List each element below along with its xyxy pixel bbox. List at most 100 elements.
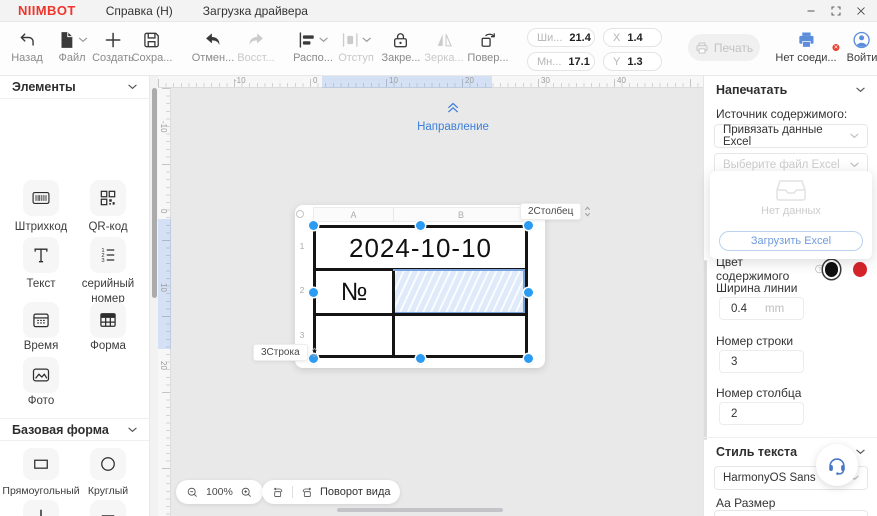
element-qr[interactable] — [90, 180, 126, 216]
line-width-input[interactable]: 0.4 mm — [719, 297, 804, 320]
support-button[interactable] — [816, 444, 858, 486]
mirror-button[interactable]: Зерка... — [424, 29, 464, 64]
row-header-2[interactable]: 2 — [296, 285, 308, 295]
shape-vertical-line[interactable] — [23, 500, 59, 516]
element-photo[interactable] — [23, 357, 59, 393]
circle-icon — [98, 454, 118, 474]
help-icon[interactable] — [814, 263, 825, 275]
canvas-horizontal-scrollbar[interactable] — [337, 508, 503, 512]
content-source-select[interactable]: Привязать данные Excel — [714, 124, 868, 148]
font-size-select[interactable]: 9 — [714, 510, 868, 516]
indent-icon — [341, 30, 361, 50]
rotate-view-left-icon[interactable] — [272, 486, 285, 499]
table-select-all-icon[interactable] — [296, 210, 304, 218]
menu-help[interactable]: Справка (H) — [106, 4, 173, 18]
height-field[interactable]: Мн... 17.1 — [527, 52, 595, 71]
rotate-icon — [478, 30, 498, 50]
selection-handle-s[interactable] — [415, 353, 425, 363]
row-count-input[interactable]: 3 — [719, 350, 804, 373]
section-basic-shapes[interactable]: Базовая форма — [0, 418, 149, 441]
chevron-down-icon — [363, 37, 372, 43]
redo-button[interactable]: Восст... — [237, 29, 275, 64]
column-count-label: Номер столбца — [716, 386, 802, 400]
lock-button[interactable]: Закре... — [382, 29, 420, 64]
rotate-button[interactable]: Повер... — [467, 29, 509, 64]
chevron-down-icon — [128, 84, 137, 90]
element-shape[interactable] — [90, 302, 126, 338]
row-header-1[interactable]: 1 — [296, 241, 308, 251]
spinner-icon[interactable] — [311, 346, 318, 359]
scrollbar-thumb[interactable] — [151, 88, 157, 298]
lock-icon — [391, 30, 411, 50]
element-time[interactable] — [23, 302, 59, 338]
upload-excel-button[interactable]: Загрузить Excel — [719, 231, 863, 251]
column-count-input[interactable]: 2 — [719, 402, 804, 425]
maximize-icon[interactable] — [830, 5, 842, 17]
shape-rectangle[interactable] — [23, 448, 59, 480]
login-icon — [852, 30, 872, 50]
selection-handle-ne[interactable] — [523, 220, 533, 230]
direction-toggle[interactable]: Направление — [417, 100, 489, 133]
row-header-3[interactable]: 3 — [296, 330, 308, 340]
line-width-label: Ширина линии — [716, 281, 798, 295]
canvas-vertical-scrollbar[interactable] — [150, 76, 158, 516]
no-data-icon — [775, 178, 807, 202]
columns-stepper[interactable]: 2Столбец — [520, 203, 591, 220]
selection-handle-nw[interactable] — [308, 220, 318, 230]
color-swatch-red[interactable] — [853, 261, 867, 277]
element-text[interactable] — [23, 237, 59, 273]
element-serial[interactable] — [90, 237, 126, 273]
panel-scrollbar-thumb[interactable] — [704, 260, 707, 440]
undo-icon — [203, 30, 223, 50]
table-cell-numero[interactable]: № — [316, 271, 392, 313]
canvas[interactable]: -10 0 10 20 30 40 -10 0 10 20 Направлени… — [150, 76, 703, 516]
selection-handle-n[interactable] — [415, 220, 425, 230]
save-icon — [142, 30, 162, 50]
no-data-text: Нет данных — [761, 205, 821, 217]
save-button[interactable]: Сохра... — [132, 29, 172, 64]
row-count-label: Номер строки — [716, 334, 794, 348]
back-button[interactable]: Назад — [11, 29, 43, 64]
rotate-view-control[interactable]: Поворот вида — [262, 480, 401, 504]
section-print[interactable]: Напечатать — [704, 78, 877, 101]
excel-dropdown-panel: Нет данных Загрузить Excel — [710, 171, 872, 259]
element-barcode[interactable] — [23, 180, 59, 216]
login-button[interactable]: Войти — [847, 29, 877, 64]
table-cell-date[interactable]: 2024-10-10 — [316, 228, 525, 268]
hline-icon — [98, 506, 118, 516]
connection-status[interactable]: ✕ Нет соеди... — [775, 29, 841, 64]
vertical-ruler: -10 0 10 20 — [158, 88, 171, 516]
column-header-b[interactable]: B — [393, 210, 529, 220]
zoom-in-icon[interactable] — [240, 486, 253, 499]
table-cell-selected[interactable] — [393, 269, 525, 314]
color-swatch-black[interactable] — [824, 261, 839, 277]
chevron-down-icon — [850, 162, 859, 168]
rotate-view-right-icon[interactable] — [300, 486, 313, 499]
width-field[interactable]: Ши... 21.4 — [527, 28, 595, 47]
shape-circle[interactable] — [90, 448, 126, 480]
selection-handle-se[interactable] — [523, 353, 533, 363]
close-icon[interactable] — [855, 5, 867, 17]
file-button[interactable]: Файл — [57, 29, 88, 64]
column-header-a[interactable]: A — [314, 210, 393, 220]
minimize-icon[interactable] — [805, 5, 817, 17]
y-field[interactable]: Y 1.3 — [603, 52, 662, 71]
shape-horizontal-line[interactable] — [90, 500, 126, 516]
x-field[interactable]: X 1.4 — [603, 28, 662, 47]
selection-handle-e[interactable] — [523, 287, 533, 297]
shape-rectangle-label: Прямоугольный — [2, 485, 80, 497]
create-button[interactable]: Создать — [92, 29, 134, 64]
chevron-down-icon — [128, 427, 137, 433]
app-logo: NIIMBOT — [18, 3, 76, 18]
zoom-out-icon[interactable] — [186, 486, 199, 499]
section-elements[interactable]: Элементы — [0, 76, 149, 99]
indent-button[interactable]: Отступ — [338, 29, 374, 64]
undo-button[interactable]: Отмен... — [192, 29, 234, 64]
spinner-icon[interactable] — [584, 205, 591, 218]
rows-stepper[interactable]: 3Строка — [253, 344, 318, 361]
label-table[interactable]: 2024-10-10 № — [313, 225, 528, 358]
menu-driver-download[interactable]: Загрузка драйвера — [203, 4, 308, 18]
arrange-button[interactable]: Распо... — [293, 29, 333, 64]
print-button[interactable]: Печать — [688, 34, 760, 61]
selection-handle-w[interactable] — [308, 287, 318, 297]
